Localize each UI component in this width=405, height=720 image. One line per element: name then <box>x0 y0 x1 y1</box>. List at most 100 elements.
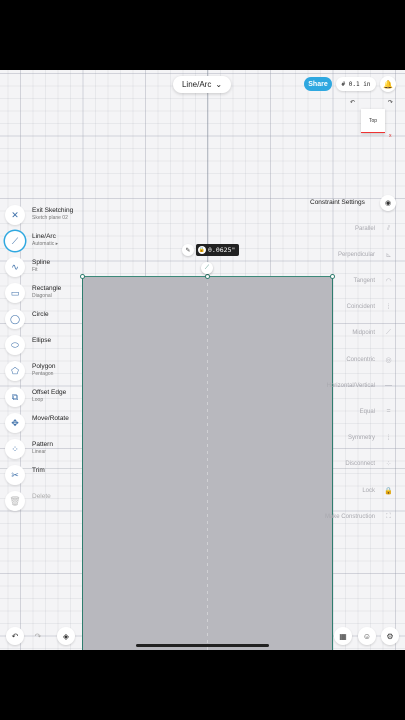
constraint-label: Lock <box>362 487 375 494</box>
tool-pattern[interactable]: ⁘ Pattern Linear <box>5 439 53 459</box>
tool-text: Trim <box>32 467 45 475</box>
tool-label: Spline <box>32 259 51 266</box>
tool-text: Move/Rotate <box>32 415 69 423</box>
constraint-coincident[interactable]: Coincident ⁞ <box>347 300 396 315</box>
sketch-canvas[interactable]: ✎ 🔒 0.0625" ⟋ Line/Arc ⌄ Share # 0.1 in … <box>0 70 405 650</box>
tool-option[interactable]: Loop <box>32 397 66 403</box>
rectangle-icon[interactable]: ▭ <box>5 283 25 303</box>
pattern-icon[interactable]: ⁘ <box>5 439 25 459</box>
tool-label: Trim <box>32 467 45 474</box>
dimension-label[interactable]: 🔒 0.0625" <box>196 244 240 256</box>
tool-ellipse[interactable]: ⬭ Ellipse <box>5 335 51 355</box>
move-rotate-icon[interactable]: ✥ <box>5 413 25 433</box>
tool-offset-edge[interactable]: ⧉ Offset Edge Loop <box>5 387 66 407</box>
tool-option[interactable]: Fit <box>32 267 50 273</box>
sketch-tool-label: Line/Arc <box>181 80 212 89</box>
tool-rectangle[interactable]: ▭ Rectangle Diagonal <box>5 283 61 303</box>
tool-text: Delete <box>32 493 51 501</box>
sketch-vertex[interactable] <box>205 274 210 279</box>
horizontal-vertical-icon: — <box>385 382 392 390</box>
constraint-perpendicular[interactable]: Perpendicular ⊾ <box>338 247 396 262</box>
constraint-concentric[interactable]: Concentric ◎ <box>346 352 396 367</box>
tool-label: Exit Sketching <box>32 207 74 214</box>
tool-text: Exit Sketching Sketch plane 02 <box>32 207 74 221</box>
constraint-label: Coincident <box>346 304 375 311</box>
constraint-label: Symmetry <box>348 435 375 442</box>
dimension-value: 0.0625" <box>208 246 236 254</box>
tool-label: Move/Rotate <box>32 415 69 422</box>
line-arc-icon[interactable]: ⟋ <box>5 231 25 251</box>
bell-icon[interactable]: 🔔 <box>380 76 396 92</box>
edit-dimension-icon[interactable]: ✎ <box>182 244 194 256</box>
user-icon[interactable]: ☺ <box>358 627 376 645</box>
tool-option[interactable]: Automatic ▸ <box>32 241 58 247</box>
home-indicator[interactable] <box>136 644 269 647</box>
constraint-settings-toggle-icon[interactable]: ◉ <box>380 195 396 211</box>
tool-line-arc[interactable]: ⟋ Line/Arc Automatic ▸ <box>5 231 58 251</box>
tool-option[interactable]: Pentagon <box>32 371 56 377</box>
settings-icon[interactable]: ⚙ <box>381 627 399 645</box>
materials-icon[interactable]: ▦ <box>334 627 352 645</box>
circle-icon[interactable]: ◯ <box>5 309 25 329</box>
constraint-lock[interactable]: Lock 🔒 <box>362 483 396 498</box>
x-axis-label: x <box>389 133 392 139</box>
constraint-label: Midpoint <box>352 330 375 337</box>
trim-icon[interactable]: ✂ <box>5 465 25 485</box>
constraint-label: Equal <box>359 408 375 415</box>
constraint-horizontal-vertical[interactable]: Horizontal/Vertical — <box>327 378 396 393</box>
constraint-construction[interactable]: Make Construction ⛶ <box>325 509 396 524</box>
tool-polygon[interactable]: ⬠ Polygon Pentagon <box>5 361 56 381</box>
tool-label: Offset Edge <box>32 389 67 396</box>
tool-circle[interactable]: ◯ Circle <box>5 309 49 329</box>
undo-icon[interactable]: ↶ <box>6 627 24 645</box>
tool-text: Pattern Linear <box>32 441 53 455</box>
tool-option[interactable]: Linear <box>32 449 53 455</box>
constraint-parallel[interactable]: Parallel ⫽ <box>355 221 396 236</box>
tool-move-rotate[interactable]: ✥ Move/Rotate <box>5 413 69 433</box>
tool-delete: 🗑 Delete <box>5 491 51 511</box>
constraint-symmetry[interactable]: Symmetry ⁞ <box>348 431 396 446</box>
layers-icon[interactable]: ◈ <box>57 627 75 645</box>
rotate-left-icon[interactable]: ↶ <box>350 99 355 106</box>
drag-handle-icon[interactable]: ⟋ <box>201 262 213 274</box>
sketch-vertex[interactable] <box>330 274 335 279</box>
perpendicular-icon: ⊾ <box>385 251 392 259</box>
tool-label: Delete <box>32 493 51 500</box>
parallel-icon: ⫽ <box>386 224 391 232</box>
tool-trim[interactable]: ✂ Trim <box>5 465 45 485</box>
tool-label: Ellipse <box>32 337 52 344</box>
polygon-icon[interactable]: ⬠ <box>5 361 25 381</box>
tool-label: Pattern <box>32 441 53 448</box>
constraint-disconnect[interactable]: Disconnect ⁘ <box>345 457 396 472</box>
constraint-label: Horizontal/Vertical <box>326 382 375 389</box>
tool-text: Circle <box>32 311 49 319</box>
constraint-label: Perpendicular <box>337 251 375 258</box>
spline-icon[interactable]: ∿ <box>5 257 25 277</box>
tool-text: Line/Arc Automatic ▸ <box>32 233 58 247</box>
lock-icon: 🔒 <box>198 246 206 254</box>
symmetry-icon: ⁞ <box>387 434 390 442</box>
constraint-tangent[interactable]: Tangent ◠ <box>354 273 396 288</box>
constraint-midpoint[interactable]: Midpoint ⟋ <box>352 326 396 341</box>
constraint-label: Make Construction <box>324 513 375 520</box>
grid-units-button[interactable]: # 0.1 in <box>336 77 376 91</box>
ellipse-icon[interactable]: ⬭ <box>5 335 25 355</box>
tool-close[interactable]: ✕ Exit Sketching Sketch plane 02 <box>5 205 73 225</box>
tool-option[interactable]: Diagonal <box>32 293 61 299</box>
rotate-right-icon[interactable]: ↷ <box>388 99 393 106</box>
view-cube-widget[interactable]: ↶ ↷ Top x <box>346 97 398 141</box>
view-cube[interactable]: Top <box>361 109 385 133</box>
sketch-vertex[interactable] <box>80 274 85 279</box>
tool-option[interactable]: Sketch plane 02 <box>32 215 73 221</box>
share-button[interactable]: Share <box>304 77 332 91</box>
constraint-equal[interactable]: Equal = <box>360 404 396 419</box>
disconnect-icon: ⁘ <box>385 461 392 469</box>
delete-icon[interactable]: 🗑 <box>5 491 25 511</box>
tool-spline[interactable]: ∿ Spline Fit <box>5 257 50 277</box>
offset-edge-icon[interactable]: ⧉ <box>5 387 25 407</box>
chevron-down-icon: ⌄ <box>215 80 223 89</box>
sketch-tool-dropdown[interactable]: Line/Arc ⌄ <box>173 76 231 93</box>
close-icon[interactable]: ✕ <box>5 205 25 225</box>
equal-icon: = <box>386 408 391 416</box>
redo-icon[interactable]: ↷ <box>29 627 47 645</box>
